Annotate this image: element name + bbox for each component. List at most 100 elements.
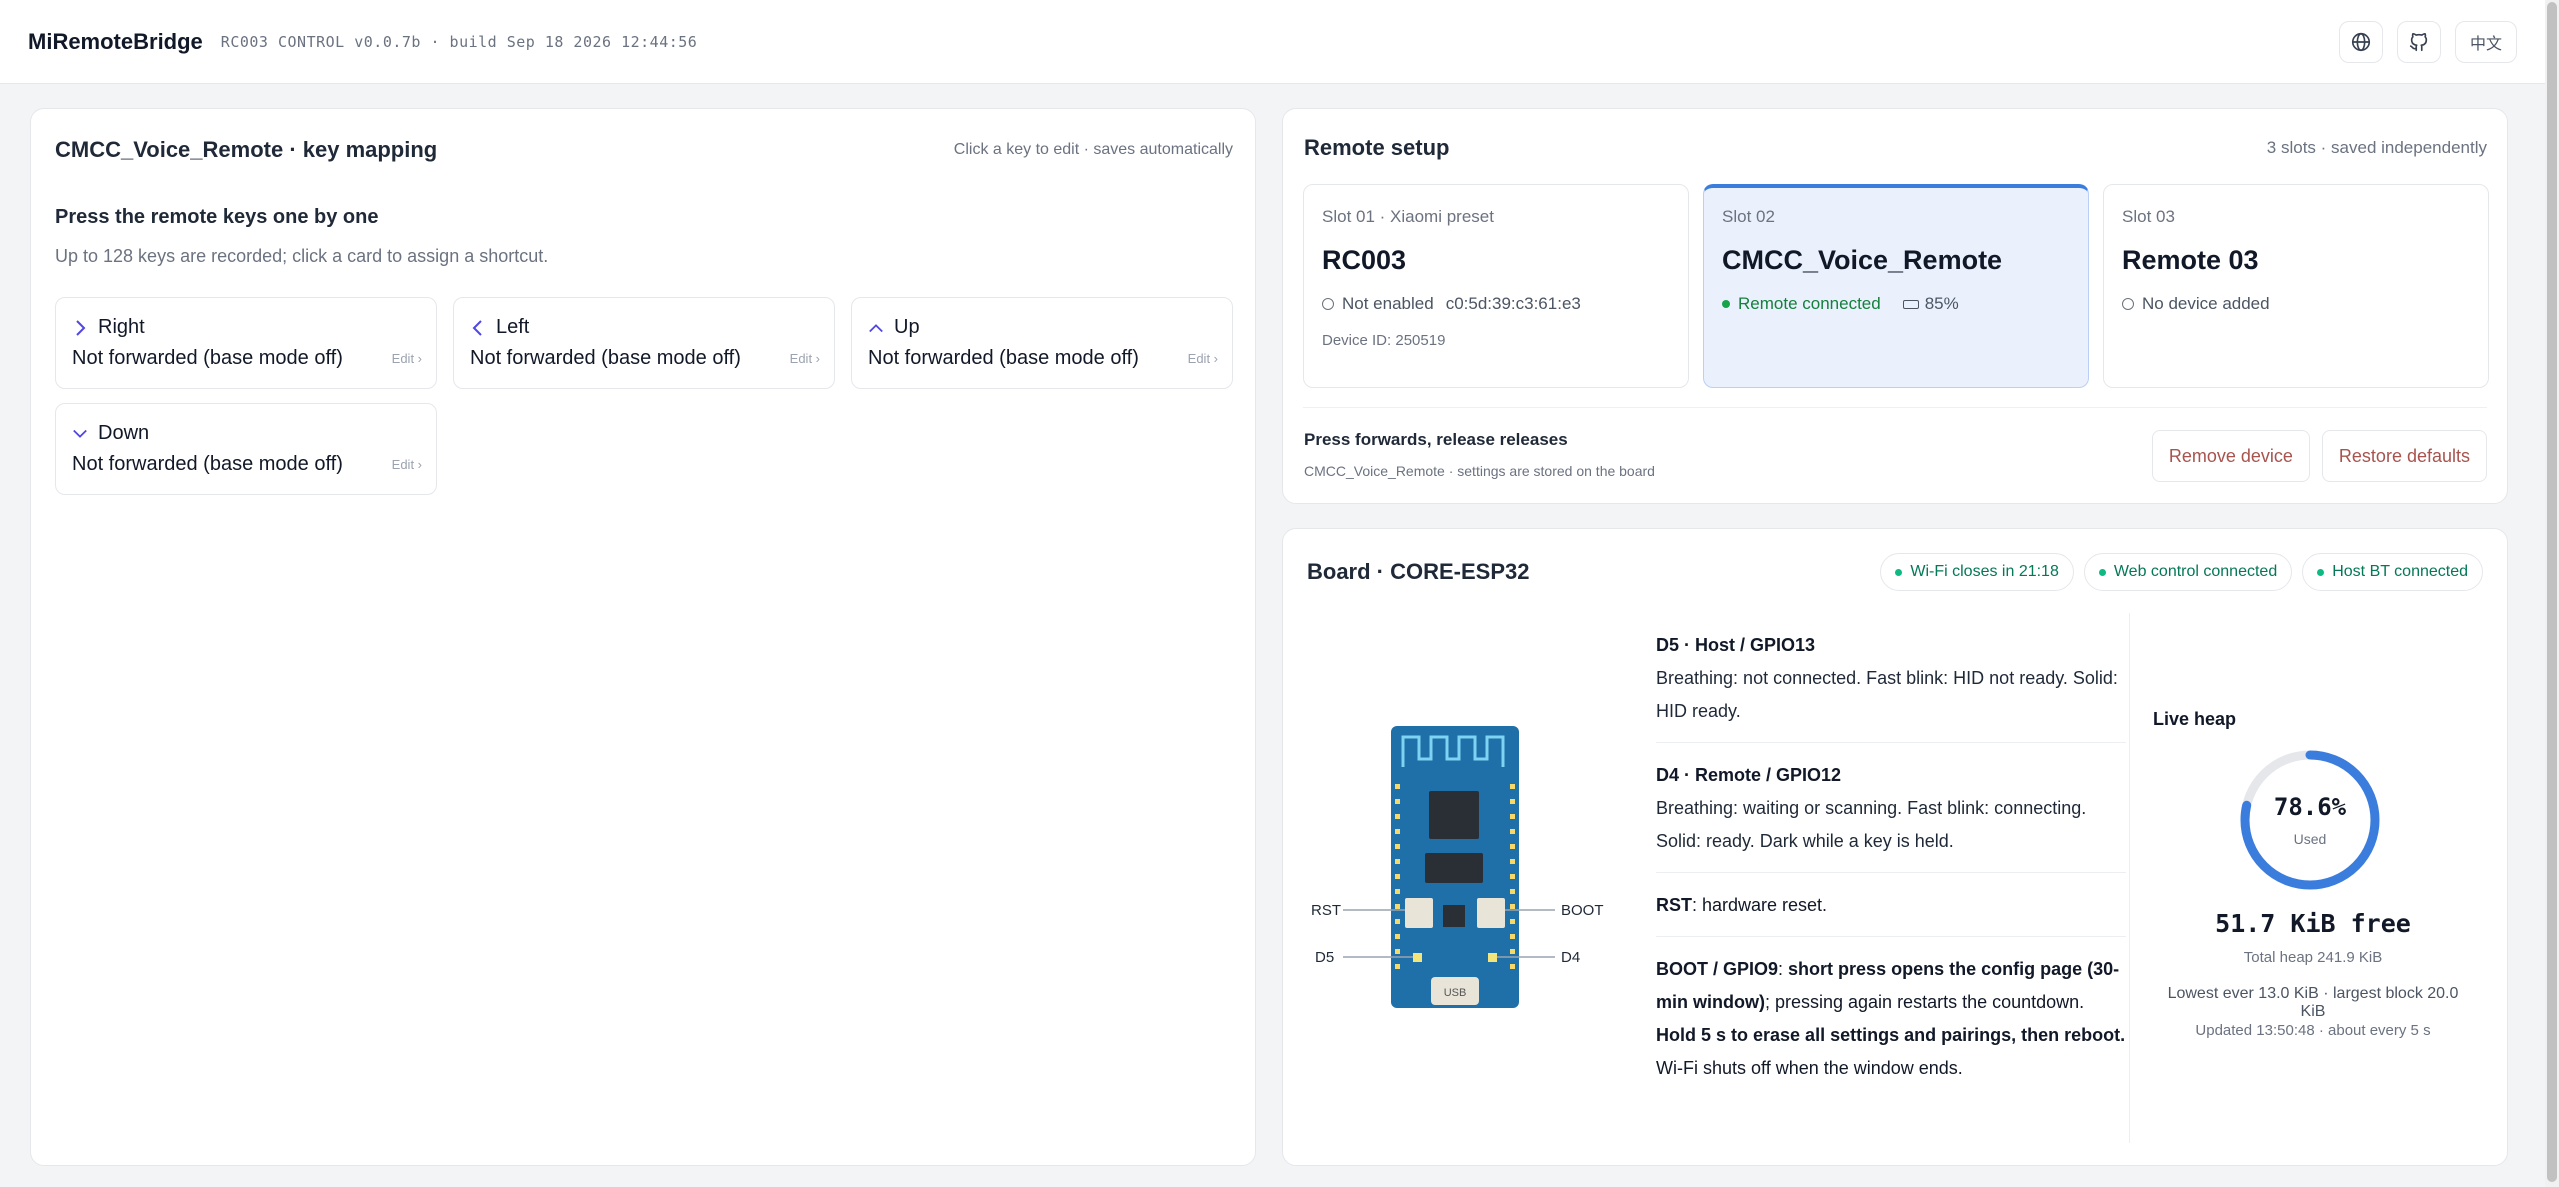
mode-note-title: Press forwards, release releases [1304,430,1568,449]
chevron-down-icon [73,429,87,438]
key-name: Up [894,316,920,338]
slot-status-text: No device added [2142,294,2270,313]
rst-button [1405,898,1433,928]
key-card-down[interactable]: Down Not forwarded (base mode off) Edit … [55,403,437,495]
bt-status-badge: Host BT connected [2302,553,2483,591]
led-d5 [1413,953,1422,962]
pin-text: Wi-Fi shuts off when the window ends. [1656,1058,1963,1078]
page-scrollbar[interactable] [2545,0,2559,1187]
key-mapping-hint: Click a key to edit · saves automaticall… [953,141,1233,158]
key-mapping-panel: CMCC_Voice_Remote · key mapping Click a … [30,108,1256,1166]
slot-label: Slot 01 · Xiaomi preset [1322,207,1494,226]
pin-item-d4: D4 · Remote / GPIO12 Breathing: waiting … [1656,759,2126,873]
slot-name: CMCC_Voice_Remote [1722,245,2003,275]
key-edit-link[interactable]: Edit › [790,351,820,366]
heap-updated: Updated 13:50:48 · about every 5 s [2195,1022,2431,1039]
slot-card-01[interactable]: Slot 01 · Xiaomi preset RC003 Not enable… [1303,184,1689,388]
key-edit-link[interactable]: Edit › [392,457,422,472]
board-diagram: USB RST D5 BOOT D4 [1311,726,1604,1008]
heap-used-percent: 78.6% [2273,793,2347,821]
pin-item-rst: RST: hardware reset. [1656,889,2126,937]
app-header: MiRemoteBridge RC003 CONTROL v0.0.7b · b… [0,0,2545,84]
key-card-up[interactable]: Up Not forwarded (base mode off) Edit › [851,297,1233,389]
slot-status-text: Not enabled [1342,294,1434,313]
boot-label: BOOT [1561,902,1604,919]
cpu-chip [1429,791,1479,839]
pin-text: : hardware reset. [1692,895,1828,915]
live-heap: Live heap 78.6% Used 51.7 KiB free Total… [2153,709,2473,1039]
slot-card-03[interactable]: Slot 03 Remote 03 No device added [2103,184,2489,388]
key-status: Not forwarded (base mode off) [72,453,343,475]
globe-icon [2351,32,2371,51]
slot-name: Remote 03 [2122,245,2259,275]
status-off-icon [2122,298,2134,310]
led-d4 [1488,953,1497,962]
chevron-up-icon [869,323,883,332]
pin-text: Breathing: not connected. Fast blink: HI… [1656,668,2118,721]
status-dot-icon [2317,568,2325,576]
slot-card-02[interactable]: Slot 02 CMCC_Voice_Remote Remote connect… [1703,184,2089,388]
key-mapping-description: Up to 128 keys are recorded; click a car… [55,246,549,266]
github-button[interactable] [2396,20,2441,63]
remote-setup-panel: Remote setup 3 slots · saved independent… [1282,108,2508,504]
key-edit-link[interactable]: Edit › [392,351,422,366]
board-panel: Board · CORE-ESP32 Wi-Fi closes in 21:18… [1282,528,2508,1166]
small-chip [1443,905,1465,927]
key-name: Down [98,422,150,444]
globe-button[interactable] [2338,20,2383,63]
key-card-left[interactable]: Left Not forwarded (base mode off) Edit … [453,297,835,389]
key-grid: Right Not forwarded (base mode off) Edit… [55,297,1233,495]
build-info: RC003 CONTROL v0.0.7b · build Sep 18 202… [220,32,698,51]
key-status: Not forwarded (base mode off) [868,347,1139,369]
pin-descriptions: D5 · Host / GPIO13 Breathing: not connec… [1656,629,2126,1115]
heap-used-label: Used [2293,831,2327,847]
badge-text: Host BT connected [2332,563,2468,580]
slot-name: RC003 [1322,245,1407,275]
key-status: Not forwarded (base mode off) [470,347,741,369]
status-badges: Wi-Fi closes in 21:18 Web control connec… [1880,553,2483,591]
battery-text: 85% [1924,294,1959,313]
wifi-status-badge: Wi-Fi closes in 21:18 [1880,553,2074,591]
d4-label: D4 [1561,949,1580,966]
slot-status: Not enabled c0:5d:39:c3:61:e3 [1322,294,1670,314]
status-dot-icon [1895,568,1903,576]
pin-item-d5: D5 · Host / GPIO13 Breathing: not connec… [1656,629,2126,743]
badge-text: Web control connected [2113,563,2278,580]
slot-label: Slot 02 [1722,207,1775,226]
usb-label: USB [1444,987,1467,999]
slot-list: Slot 01 · Xiaomi preset RC003 Not enable… [1303,184,2489,388]
d5-label: D5 [1315,949,1334,966]
key-card-right[interactable]: Right Not forwarded (base mode off) Edit… [55,297,437,389]
pin-title: BOOT / GPIO9 [1656,959,1779,979]
slot-label: Slot 03 [2122,207,2175,226]
status-connected-icon [1722,300,1730,308]
slot-status: No device added [2122,294,2470,314]
pin-title: D4 · Remote / GPIO12 [1656,765,1842,785]
key-edit-link[interactable]: Edit › [1188,351,1218,366]
pin-title: RST [1656,895,1692,915]
github-icon [2409,32,2428,51]
language-button[interactable]: 中文 [2454,20,2517,63]
scrollbar-thumb[interactable] [2547,2,2557,1182]
remove-device-button[interactable]: Remove device [2151,430,2310,482]
header-actions: 中文 [2338,20,2517,63]
app-title: MiRemoteBridge [28,28,203,54]
slot-status-text: Remote connected [1738,294,1881,313]
heap-total: Total heap 241.9 KiB [2243,949,2383,966]
slot-status: Remote connected 85% [1722,294,2070,314]
heap-lowest: Lowest ever 13.0 KiB · largest block 20.… [2167,985,2459,1020]
remote-setup-hint: 3 slots · saved independently [2266,138,2487,157]
remote-setup-title: Remote setup [1304,135,1450,160]
pin-title: D5 · Host / GPIO13 [1656,635,1816,655]
key-status: Not forwarded (base mode off) [72,347,343,369]
chevron-left-icon [472,319,482,336]
key-name: Left [496,316,530,338]
pin-item-boot: BOOT / GPIO9: short press opens the conf… [1656,953,2126,1099]
key-mapping-subtitle: Press the remote keys one by one [55,206,379,228]
heap-title: Live heap [2153,709,2237,729]
pin-text-sep: : [1778,959,1789,979]
pin-text: Breathing: waiting or scanning. Fast bli… [1656,798,2087,851]
mode-note-subtitle: CMCC_Voice_Remote · settings are stored … [1304,463,1655,479]
pin-text-bold: Hold 5 s to erase all settings and pairi… [1656,1025,2126,1045]
restore-defaults-button[interactable]: Restore defaults [2321,430,2487,482]
